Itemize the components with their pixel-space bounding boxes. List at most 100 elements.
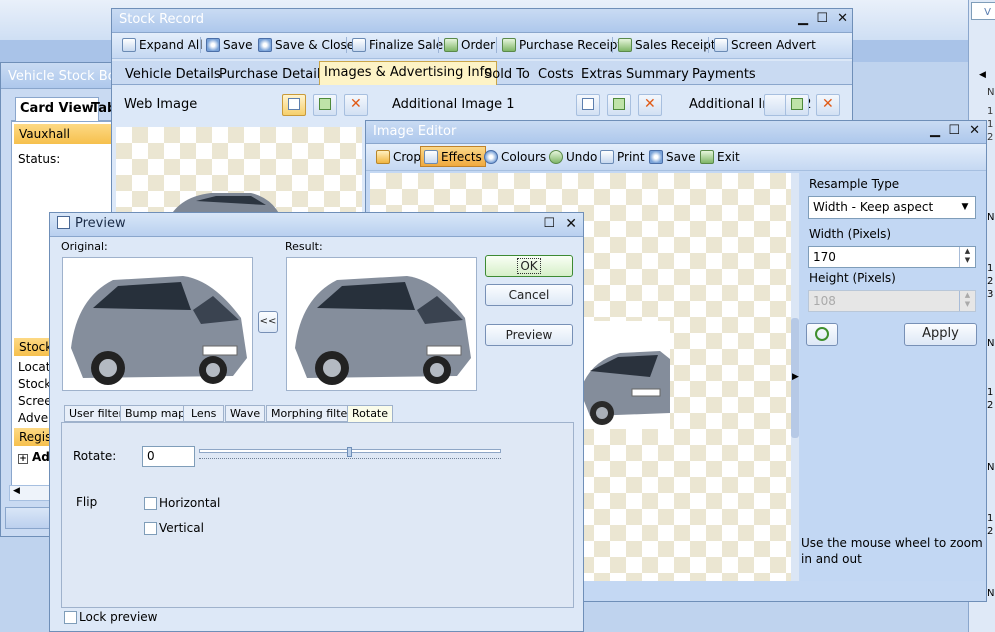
maximize-icon[interactable]: ☐ xyxy=(543,216,555,232)
expand-all-button[interactable]: Expand All xyxy=(122,36,203,54)
vertical-checkbox[interactable] xyxy=(144,522,157,535)
right-arrow-icon[interactable]: ◀ xyxy=(979,70,986,80)
order-button[interactable]: Order xyxy=(444,36,495,54)
right-search-input[interactable]: V xyxy=(971,2,995,20)
car-image xyxy=(71,276,247,385)
preview-window-icon xyxy=(57,216,70,229)
undo-button[interactable]: Undo xyxy=(549,148,597,166)
right-marks-d: 12 xyxy=(987,513,994,537)
separator xyxy=(346,37,347,53)
save-button[interactable]: Save xyxy=(649,148,695,166)
add-expander[interactable]: + Ad xyxy=(18,450,50,464)
swap-button[interactable]: << xyxy=(258,311,278,333)
stock-record-title: Stock Record ▁ ☐ ✕ xyxy=(112,9,852,33)
sales-receipt-button[interactable]: Sales Receipt xyxy=(618,36,716,54)
tab-user-filter[interactable]: User filter xyxy=(64,405,129,422)
save-button[interactable]: Save xyxy=(206,36,252,54)
right-marks-b: 123 xyxy=(987,263,994,300)
tab-payments[interactable]: Payments xyxy=(692,66,756,83)
minimize-icon[interactable]: ▁ xyxy=(798,11,808,27)
tab-lens[interactable]: Lens xyxy=(183,405,225,422)
preview-title-text: Preview xyxy=(75,216,126,231)
separator xyxy=(612,37,613,53)
add2-delete-button[interactable] xyxy=(816,94,840,116)
zoom-hint: Use the mouse wheel to zoom in and out xyxy=(801,536,983,566)
original-label: Original: xyxy=(61,240,108,253)
save-close-button[interactable]: Save & Close xyxy=(258,36,354,54)
close-icon[interactable]: ✕ xyxy=(969,123,980,139)
finalize-sale-button[interactable]: Finalize Sale xyxy=(352,36,443,54)
tab-purchase-details[interactable]: Purchase Details xyxy=(219,66,327,83)
tab-costs[interactable]: Costs xyxy=(538,66,574,83)
result-label: Result: xyxy=(285,240,323,253)
save-icon xyxy=(649,150,663,164)
result-image xyxy=(286,257,477,391)
rotate-slider[interactable] xyxy=(199,447,501,465)
lock-preview-checkbox[interactable] xyxy=(64,611,77,624)
colours-button[interactable]: Colours xyxy=(484,148,546,166)
collapse-arrow-icon[interactable]: ▶ xyxy=(792,372,799,382)
separator xyxy=(438,37,439,53)
close-icon[interactable]: ✕ xyxy=(565,216,577,232)
card-status-label: Status: xyxy=(18,152,61,166)
screen-advert-button[interactable]: Screen Advert xyxy=(714,36,816,54)
colours-icon xyxy=(484,150,498,164)
slider-ticks xyxy=(199,458,501,462)
width-input[interactable]: 170 ▲ ▼ xyxy=(808,246,976,268)
dropdown-icon[interactable]: ▼ xyxy=(957,199,973,216)
maximize-icon[interactable]: ☐ xyxy=(948,123,960,139)
ok-label: OK xyxy=(517,258,541,274)
add1-edit-button[interactable] xyxy=(576,94,600,116)
purchase-receipt-icon xyxy=(502,38,516,52)
resample-type-select[interactable]: Width - Keep aspect ▼ xyxy=(808,196,976,219)
tab-vehicle-details[interactable]: Vehicle Details xyxy=(125,66,221,83)
cancel-button[interactable]: Cancel xyxy=(485,284,573,306)
car-image xyxy=(295,276,471,385)
add1-delete-button[interactable] xyxy=(638,94,662,116)
tab-sold-to[interactable]: Sold To xyxy=(484,66,530,83)
save-icon xyxy=(206,38,220,52)
effects-button[interactable]: Effects xyxy=(420,146,486,167)
close-icon[interactable]: ✕ xyxy=(837,11,848,27)
add2-add-button[interactable] xyxy=(785,94,809,116)
reset-button[interactable] xyxy=(806,323,838,346)
tab-card-view[interactable]: Card View xyxy=(15,97,99,121)
preview-button[interactable]: Preview xyxy=(485,324,573,346)
ok-button[interactable]: OK xyxy=(485,255,573,277)
screen-advert-icon xyxy=(714,38,728,52)
refresh-icon xyxy=(815,327,829,341)
rotate-label: Rotate: xyxy=(73,449,117,463)
maximize-icon[interactable]: ☐ xyxy=(816,11,828,27)
tab-rotate[interactable]: Rotate xyxy=(347,405,394,422)
add1-add-button[interactable] xyxy=(607,94,631,116)
minimize-icon[interactable]: ▁ xyxy=(930,123,940,139)
finalize-icon xyxy=(352,38,366,52)
scroll-left-icon[interactable]: ◀ xyxy=(13,486,20,496)
print-icon xyxy=(600,150,614,164)
horizontal-checkbox[interactable] xyxy=(144,497,157,510)
tab-bump-map[interactable]: Bump map xyxy=(120,405,191,422)
save-close-icon xyxy=(258,38,272,52)
print-button[interactable]: Print xyxy=(600,148,645,166)
stock-record-toolbar: Expand All Save Save & Close Finalize Sa… xyxy=(112,33,852,59)
web-image-add-button[interactable] xyxy=(313,94,337,116)
lock-preview-label: Lock preview xyxy=(79,610,158,624)
slider-thumb[interactable] xyxy=(347,447,352,457)
tab-summary[interactable]: Summary xyxy=(626,66,689,83)
apply-button[interactable]: Apply xyxy=(904,323,977,346)
exit-button[interactable]: Exit xyxy=(700,148,740,166)
rotate-panel: Rotate: 0 Flip Horizontal Vertical xyxy=(61,422,574,608)
purchase-receipt-button[interactable]: Purchase Receipt xyxy=(502,36,622,54)
tab-wave[interactable]: Wave xyxy=(225,405,266,422)
web-image-delete-button[interactable] xyxy=(344,94,368,116)
crop-button[interactable]: Crop xyxy=(376,148,421,166)
tab-extras[interactable]: Extras xyxy=(581,66,622,83)
add-image-icon xyxy=(319,98,331,110)
tab-images-advertising[interactable]: Images & Advertising Info xyxy=(319,61,498,85)
web-image-edit-button[interactable] xyxy=(282,94,306,116)
effects-icon xyxy=(424,150,438,164)
image-editor-toolbar: Crop Effects Colours Undo Print Save Exi… xyxy=(366,144,986,171)
width-spinner[interactable]: ▲ ▼ xyxy=(959,247,975,267)
rotate-input[interactable]: 0 xyxy=(142,446,195,467)
stock-record-tabs: Vehicle Details Purchase Details Images … xyxy=(112,61,852,85)
